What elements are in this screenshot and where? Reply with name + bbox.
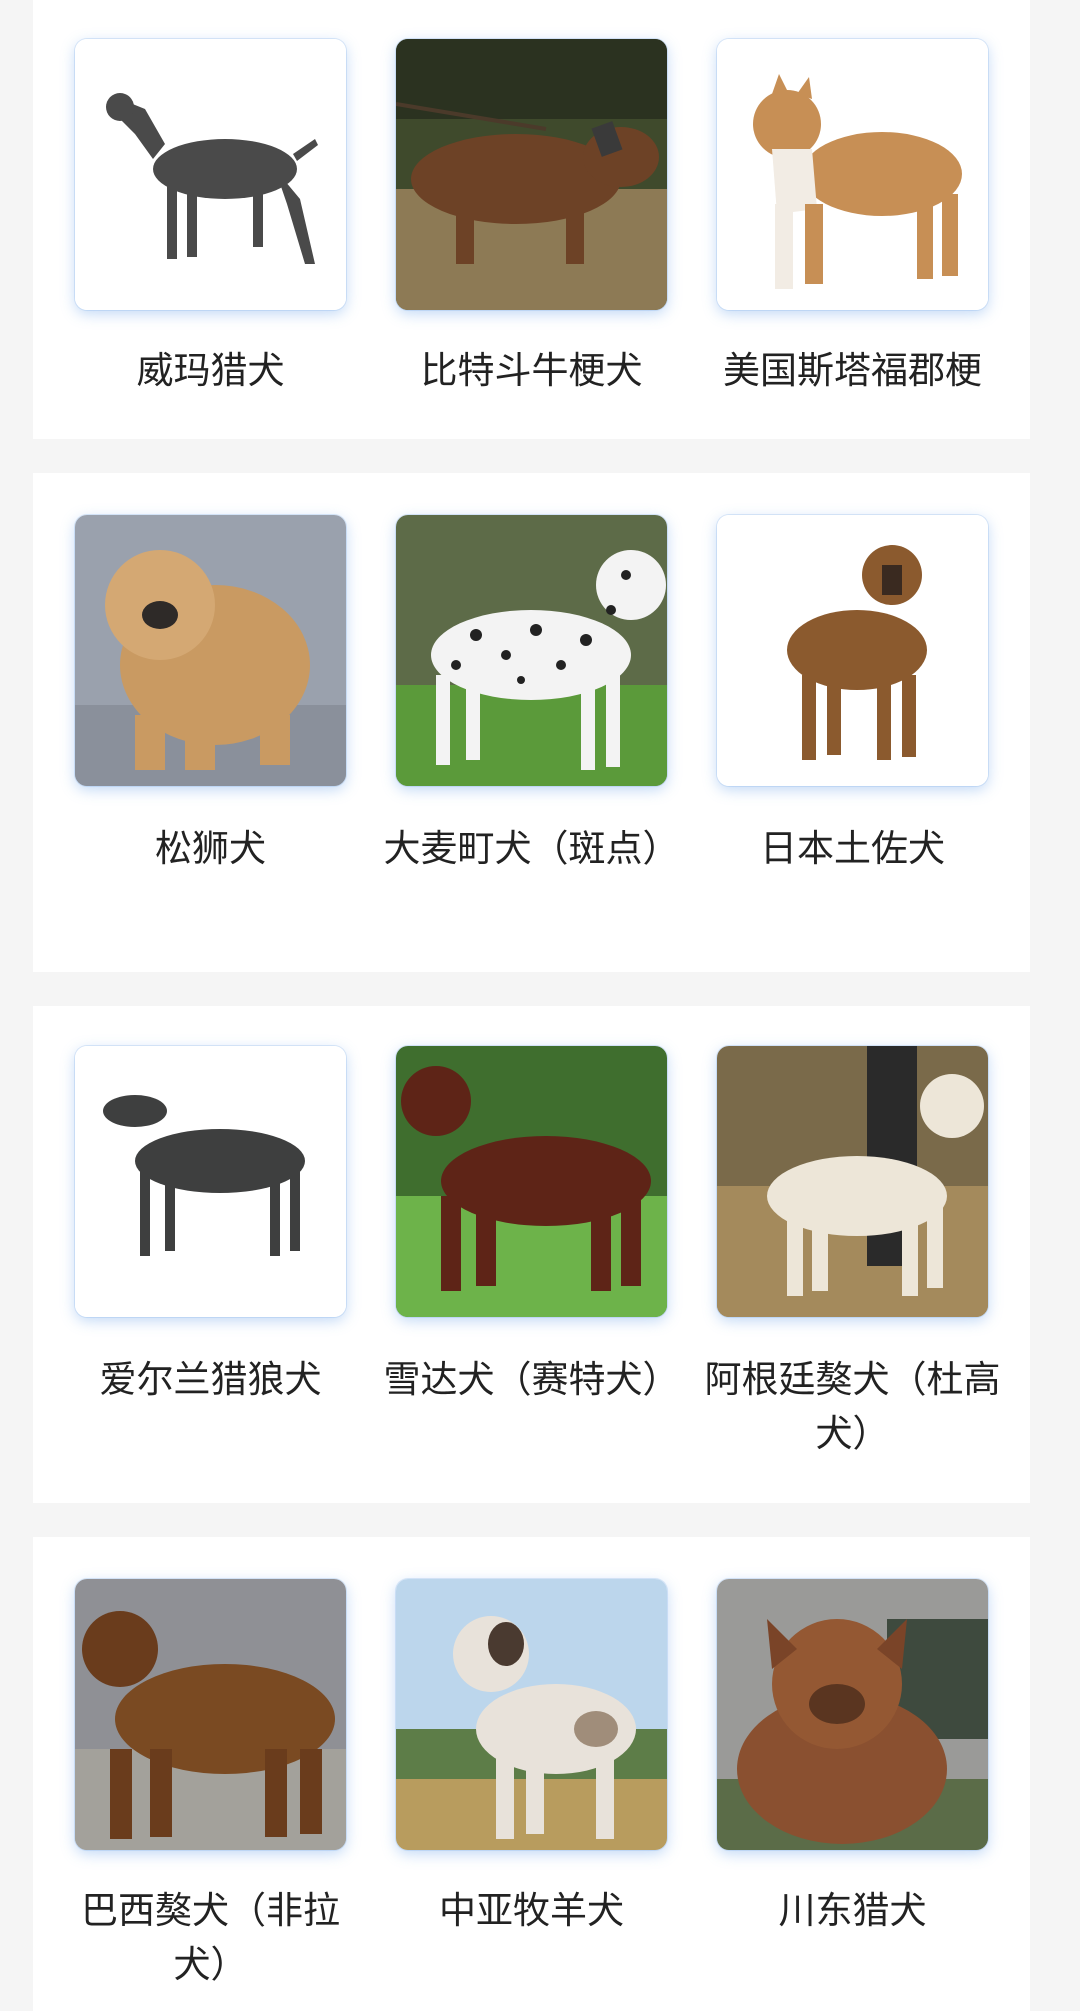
breed-photo-dalmatian[interactable] [396, 515, 667, 786]
breed-name: 大麦町犬（斑点） [383, 827, 680, 870]
breed-tile-irish-wolfhound[interactable]: 爱尔兰猎狼犬 [75, 1046, 346, 1401]
breed-tile-american-staffordshire[interactable]: 美国斯塔福郡梗 [717, 39, 988, 392]
breed-tile-fila-brasileiro[interactable]: 巴西獒犬（非拉犬） [75, 1579, 346, 1986]
breed-tile-pit-bull[interactable]: 比特斗牛梗犬 [396, 39, 667, 392]
breed-name: 川东猎犬 [778, 1889, 927, 1932]
breed-tile-central-asian-shepherd[interactable]: 中亚牧羊犬 [396, 1579, 667, 1932]
breed-tile-chuandong-hound[interactable]: 川东猎犬 [717, 1579, 988, 1932]
breed-tile-dogo-argentino[interactable]: 阿根廷獒犬（杜高犬） [705, 1046, 1001, 1455]
breed-name: 美国斯塔福郡梗 [723, 349, 982, 392]
breed-photo-tosa-inu[interactable] [717, 515, 988, 786]
breed-card-row-1: 威玛猎犬 比特斗牛梗犬 美国斯塔福郡梗 [33, 0, 1030, 439]
breed-photo-weimaraner[interactable] [75, 39, 346, 310]
breed-name: 日本土佐犬 [760, 827, 945, 870]
breed-name: 威玛猎犬 [136, 349, 285, 392]
breed-card-row-4: 巴西獒犬（非拉犬） 中亚牧羊犬 川东猎犬 [33, 1537, 1030, 2011]
breed-name: 巴西獒犬（非拉犬） [81, 1889, 340, 1986]
breed-tile-tosa-inu[interactable]: 日本土佐犬 [717, 515, 988, 870]
breed-card-row-3: 爱尔兰猎狼犬 雪达犬（赛特犬） 阿根廷獒犬（杜高犬） [33, 1006, 1030, 1503]
breed-tile-dalmatian[interactable]: 大麦町犬（斑点） [384, 515, 680, 870]
breed-photo-chuandong-hound[interactable] [717, 1579, 988, 1850]
breed-tile-irish-setter[interactable]: 雪达犬（赛特犬） [384, 1046, 680, 1401]
breed-photo-central-asian-shepherd[interactable] [396, 1579, 667, 1850]
breed-photo-pit-bull[interactable] [396, 39, 667, 310]
breed-name: 松狮犬 [155, 827, 266, 870]
breed-photo-dogo-argentino[interactable] [717, 1046, 988, 1317]
breed-photo-chow-chow[interactable] [75, 515, 346, 786]
breed-photo-irish-setter[interactable] [396, 1046, 667, 1317]
breed-name: 雪达犬（赛特犬） [383, 1358, 680, 1401]
breed-tile-weimaraner[interactable]: 威玛猎犬 [75, 39, 346, 392]
breed-tile-chow-chow[interactable]: 松狮犬 [75, 515, 346, 870]
breed-card-row-2: 松狮犬 大麦町犬（斑点） 日本土佐犬 [33, 473, 1030, 972]
breed-name: 中亚牧羊犬 [439, 1889, 624, 1932]
breed-photo-american-staffordshire[interactable] [717, 39, 988, 310]
dog-breed-grid-page: 威玛猎犬 比特斗牛梗犬 美国斯塔福郡梗 松狮犬 大麦町犬（斑点） 日本土佐犬 爱… [0, 0, 1080, 2011]
breed-name: 阿根廷獒犬（杜高犬） [704, 1358, 1001, 1455]
breed-photo-irish-wolfhound[interactable] [75, 1046, 346, 1317]
breed-name: 比特斗牛梗犬 [420, 349, 643, 392]
breed-photo-fila-brasileiro[interactable] [75, 1579, 346, 1850]
breed-name: 爱尔兰猎狼犬 [99, 1358, 322, 1401]
